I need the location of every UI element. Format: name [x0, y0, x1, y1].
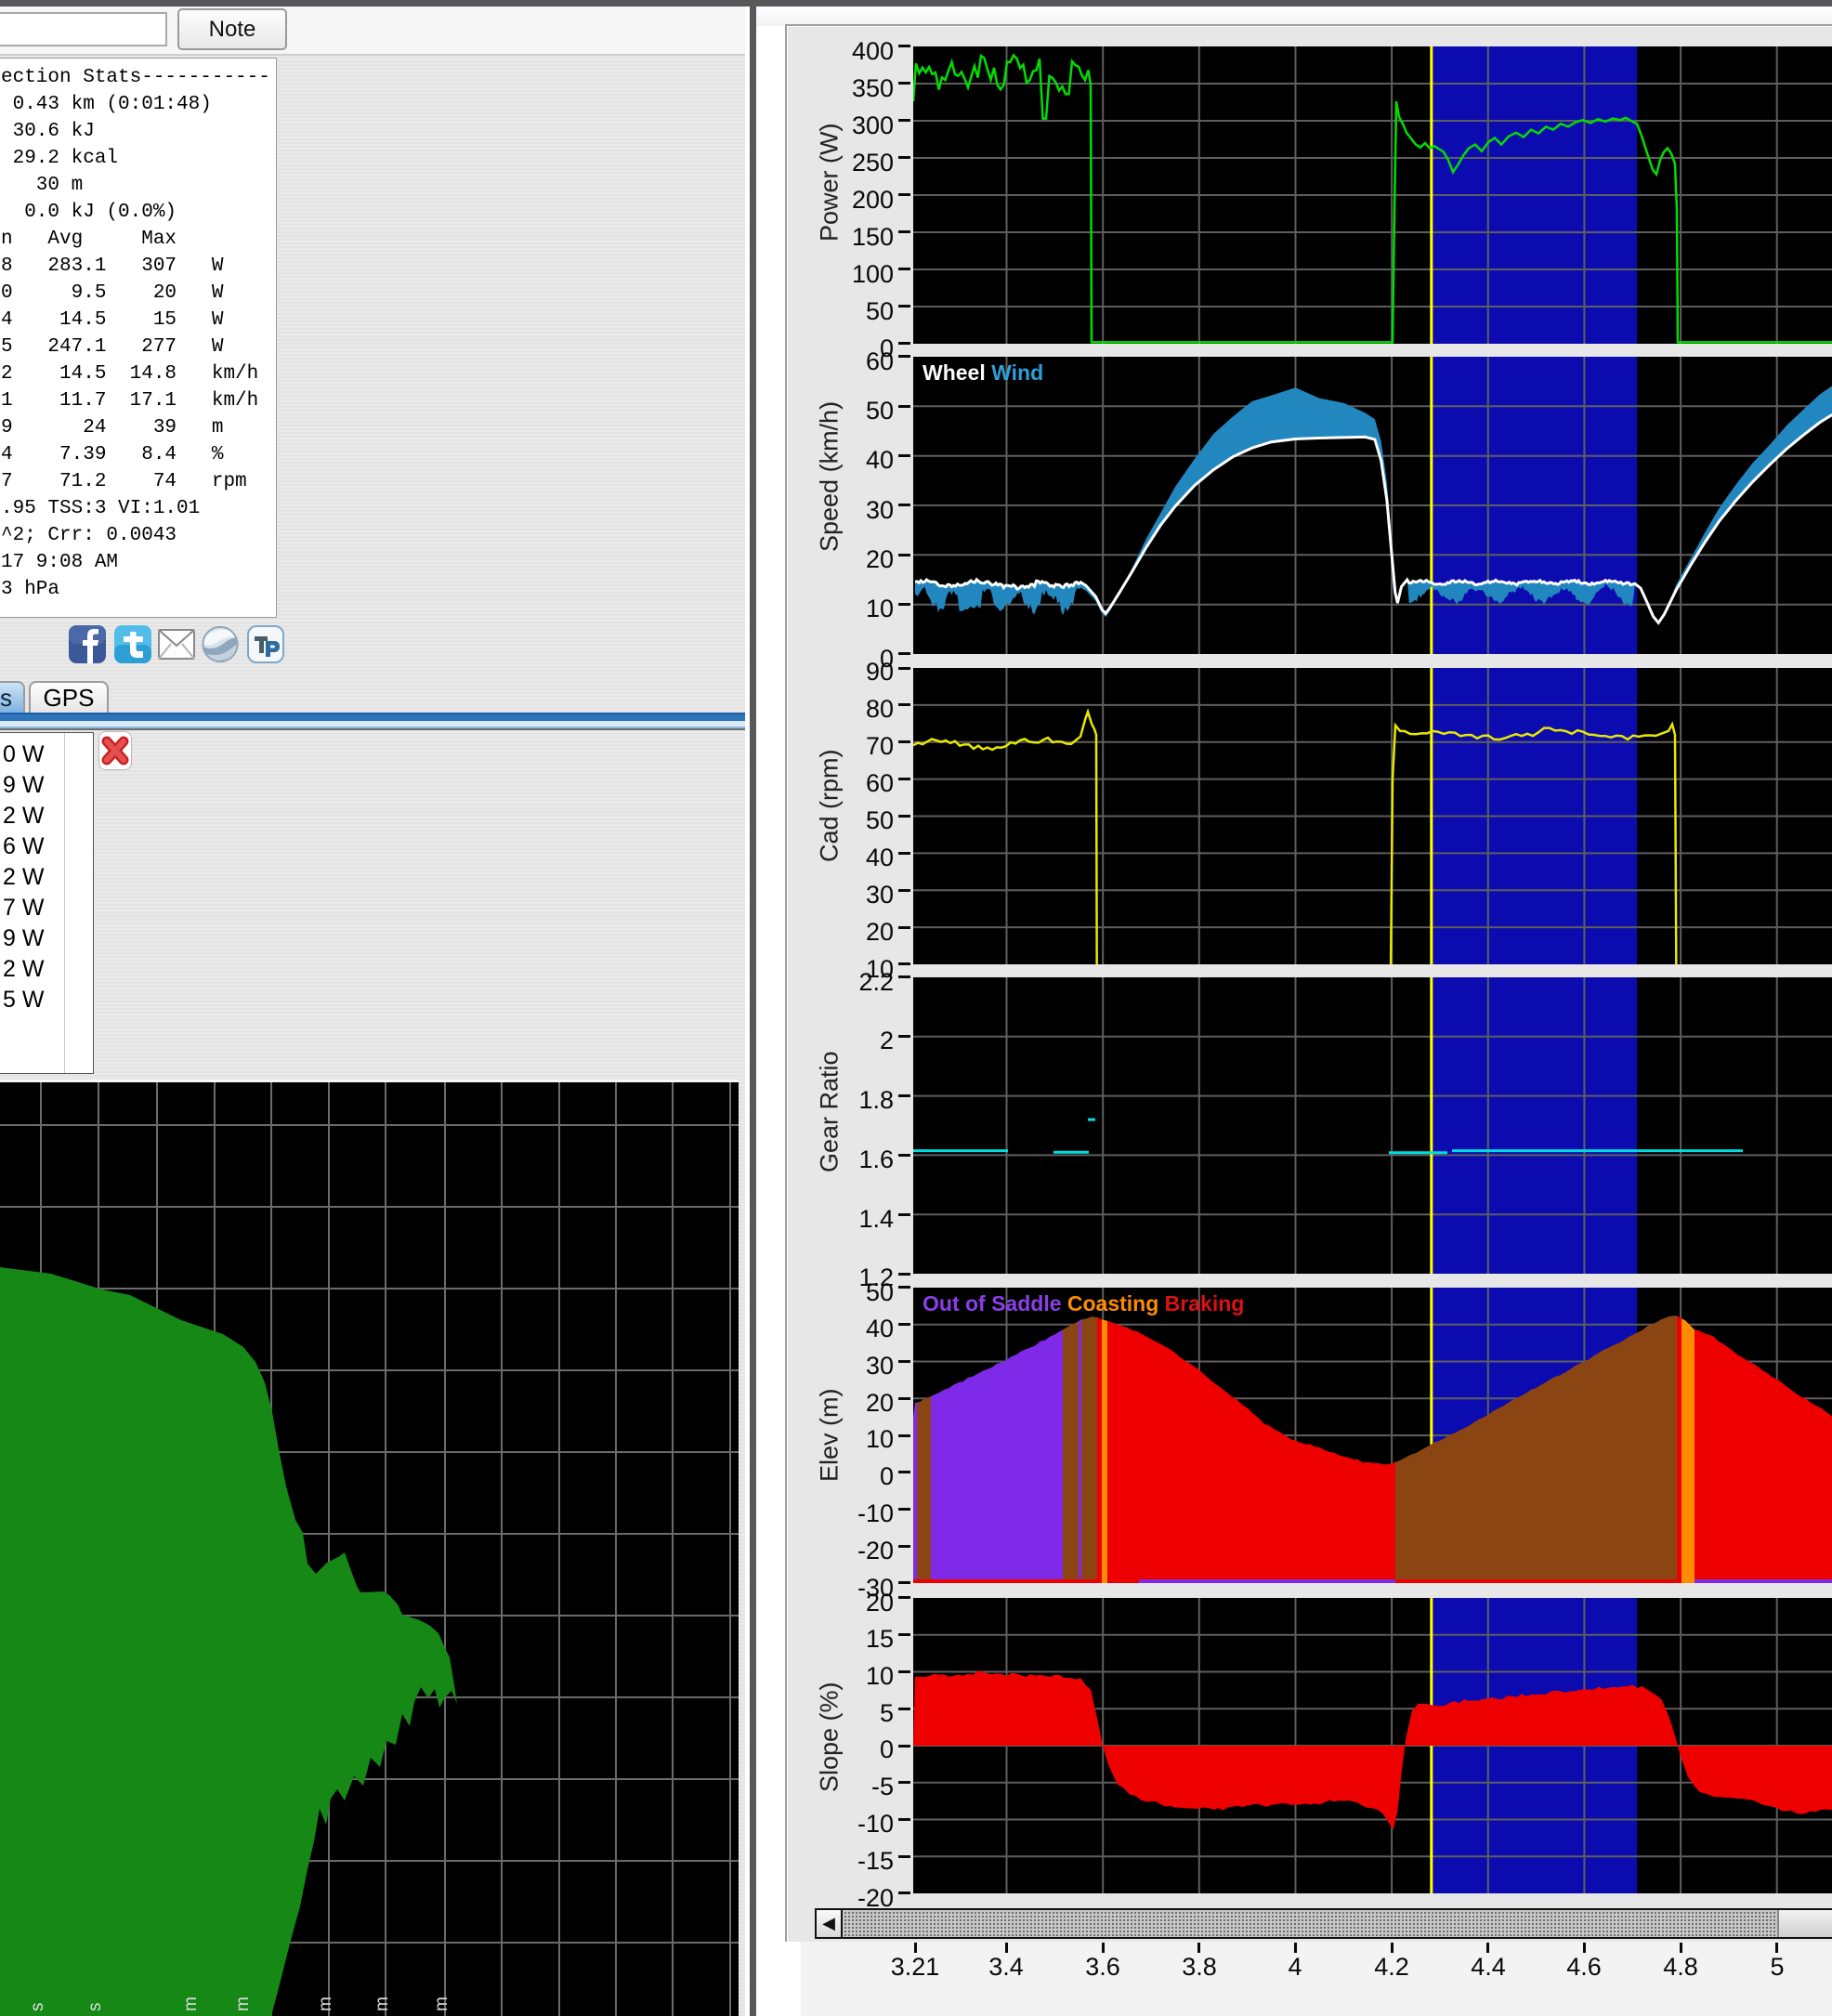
svg-text:s: s	[85, 1993, 105, 2011]
svg-text:Out of Saddle Coasting Braking: Out of Saddle Coasting Braking	[923, 1291, 1244, 1316]
svg-text:m: m	[432, 1987, 451, 2011]
svg-text:Wheel Wind: Wheel Wind	[923, 360, 1043, 385]
svg-text:m: m	[233, 1987, 253, 2011]
svg-text:m: m	[181, 1987, 201, 2011]
svg-text:s: s	[28, 1993, 47, 2011]
svg-text:m: m	[373, 1987, 392, 2011]
svg-text:m: m	[316, 1987, 335, 2011]
